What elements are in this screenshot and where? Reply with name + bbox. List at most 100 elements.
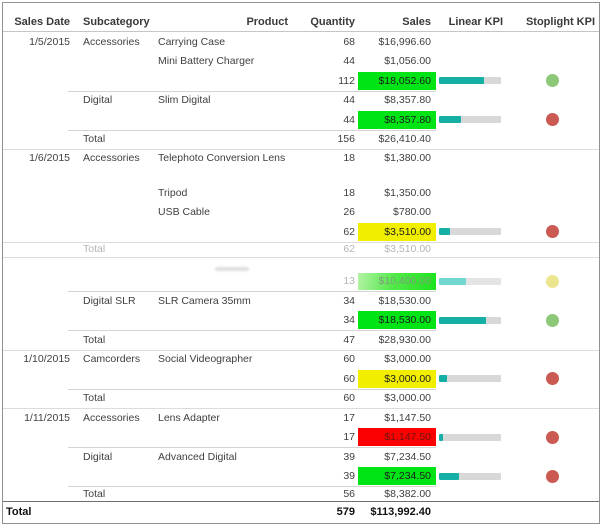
detail-row[interactable]: Digital Slim Digital 44 $8,357.80 (3, 90, 599, 111)
stoplight-indicator-red (546, 372, 559, 386)
product-cell (153, 130, 293, 150)
linear-kpi-bar (439, 228, 501, 236)
detail-row[interactable]: Tripod 18 $1,350.00 (3, 183, 599, 203)
separator-line (3, 149, 599, 150)
detail-row[interactable]: 1/11/2015 Accessories Lens Adapter 17 $1,147… (3, 408, 599, 428)
table-header: Sales Date Subcategory Product Quantity … (3, 3, 599, 32)
product-cell (153, 110, 293, 130)
linear-kpi-bar-fill (439, 316, 486, 324)
grand-linear-kpi-cell (436, 502, 508, 523)
subcategory-cell: Digital (83, 94, 113, 107)
kpi-subtotal-row[interactable]: 17 $1,147.50 (3, 428, 599, 448)
kpi-subtotal-row[interactable]: 62 $3,510.00 (3, 222, 599, 242)
date-cell (3, 110, 75, 130)
sales-cell: $3,000.00 (384, 392, 431, 405)
linear-kpi-bar (439, 472, 501, 480)
date-cell (3, 486, 75, 501)
stoplight-kpi-cell (508, 203, 599, 223)
separator-line (68, 486, 436, 487)
separator-line (68, 90, 436, 92)
linear-kpi-cell (436, 52, 508, 72)
kpi-subtotal-row[interactable]: 39 $7,234.50 (3, 467, 599, 487)
date-total-row[interactable]: Total 56 $8,382.00 (3, 486, 599, 501)
date-cell (3, 330, 75, 350)
subcategory-cell (75, 467, 153, 487)
quantity-cell: 44 (343, 113, 355, 126)
linear-kpi-bar (439, 375, 501, 383)
grand-stoplight-kpi-cell (508, 502, 599, 523)
date-cell (3, 242, 75, 257)
col-header-quantity: Quantity (310, 16, 355, 28)
date-cell (3, 311, 75, 331)
date-cell (3, 91, 75, 111)
quantity-cell: 17 (343, 411, 355, 424)
linear-kpi-bar-fill (439, 77, 484, 85)
sales-cell: $18,530.00 (358, 311, 436, 330)
subcategory-cell (75, 203, 153, 223)
product-cell: Social Videographer (158, 353, 253, 366)
kpi-subtotal-row[interactable]: 112 $18,052.60 (3, 71, 599, 91)
linear-kpi-bar-fill (439, 228, 450, 236)
detail-row[interactable]: 1/10/2015 Camcorders Social Videographer 60… (3, 349, 599, 370)
date-total-row[interactable]: Total 62 $3,510.00 (3, 241, 599, 257)
linear-kpi-cell (436, 149, 508, 183)
linear-kpi-cell (436, 369, 508, 389)
product-cell: Lens Adapter (158, 411, 220, 424)
kpi-subtotal-row[interactable]: 34 $18,530.00 (3, 311, 599, 331)
detail-row[interactable]: 1/6/2015 Accessories Telephoto Conversion … (3, 149, 599, 183)
detail-row[interactable]: Digital SLR SLR Camera 35mm 34 $18,530.00 (3, 291, 599, 311)
stoplight-indicator-red (546, 469, 559, 483)
kpi-subtotal-row[interactable]: 44 $8,357.80 (3, 110, 599, 130)
grand-total-row[interactable]: Total 579 $113,992.40 (3, 501, 599, 523)
subcategory-cell: Digital (83, 450, 113, 463)
date-cell: 1/10/2015 (23, 353, 70, 366)
date-cell (3, 272, 75, 292)
product-cell: Telephoto Conversion Lens (158, 152, 286, 164)
grand-product-cell (153, 502, 293, 523)
sales-cell: $18,530.00 (378, 294, 431, 307)
detail-row[interactable]: Mini Battery Charger 44 $1,056.00 (3, 52, 599, 72)
sales-cell: $7,234.50 (384, 450, 431, 463)
col-header-sales: Sales (402, 16, 431, 28)
kpi-subtotal-row[interactable]: 60 $3,000.00 (3, 369, 599, 389)
linear-kpi-bar (439, 77, 501, 85)
linear-kpi-cell (436, 408, 508, 428)
date-cell (3, 222, 75, 242)
separator-line (68, 330, 436, 331)
date-total-row[interactable]: Total 156 $26,410.40 (3, 129, 599, 150)
subcategory-cell: Camcorders (83, 353, 141, 366)
quantity-cell: 13 (343, 275, 355, 288)
product-cell: Advanced Digital (158, 450, 237, 463)
linear-kpi-cell (436, 91, 508, 111)
product-cell: Slim Digital (158, 94, 211, 107)
date-cell (3, 203, 75, 223)
subcategory-cell: Accessories (83, 411, 140, 424)
product-cell: USB Cable (158, 206, 210, 219)
stoplight-kpi-cell (508, 486, 599, 501)
sales-cell: $3,510.00 (358, 222, 436, 241)
linear-kpi-cell (436, 203, 508, 223)
quantity-cell: 26 (343, 206, 355, 219)
date-total-row[interactable]: Total 47 $28,930.00 (3, 330, 599, 350)
product-cell (153, 389, 293, 409)
linear-kpi-bar-fill (439, 116, 461, 124)
date-total-row[interactable]: Total 60 $3,000.00 (3, 388, 599, 409)
sales-cell: $16,996.60 (378, 35, 431, 48)
detail-row[interactable]: USB Cable 26 $780.00 (3, 203, 599, 223)
separator-line (68, 447, 436, 448)
date-cell (3, 389, 75, 409)
sales-cell: $28,930.00 (378, 333, 431, 346)
detail-row[interactable]: Digital Advanced Digital 39 $7,234.50 (3, 447, 599, 467)
date-cell (3, 183, 75, 203)
subcategory-cell: Total (83, 487, 106, 500)
product-cell (153, 486, 293, 501)
kpi-subtotal-row[interactable]: 13 $10,400.00 (3, 272, 599, 292)
separator-line (3, 241, 599, 243)
stoplight-kpi-cell (508, 447, 599, 467)
linear-kpi-cell (436, 32, 508, 52)
stoplight-kpi-cell (508, 350, 599, 370)
subcategory-cell (75, 110, 153, 130)
quantity-cell: 60 (343, 392, 355, 405)
detail-row[interactable]: 1/5/2015 Accessories Carrying Case 68 $16,99… (3, 32, 599, 52)
product-cell (153, 428, 293, 448)
